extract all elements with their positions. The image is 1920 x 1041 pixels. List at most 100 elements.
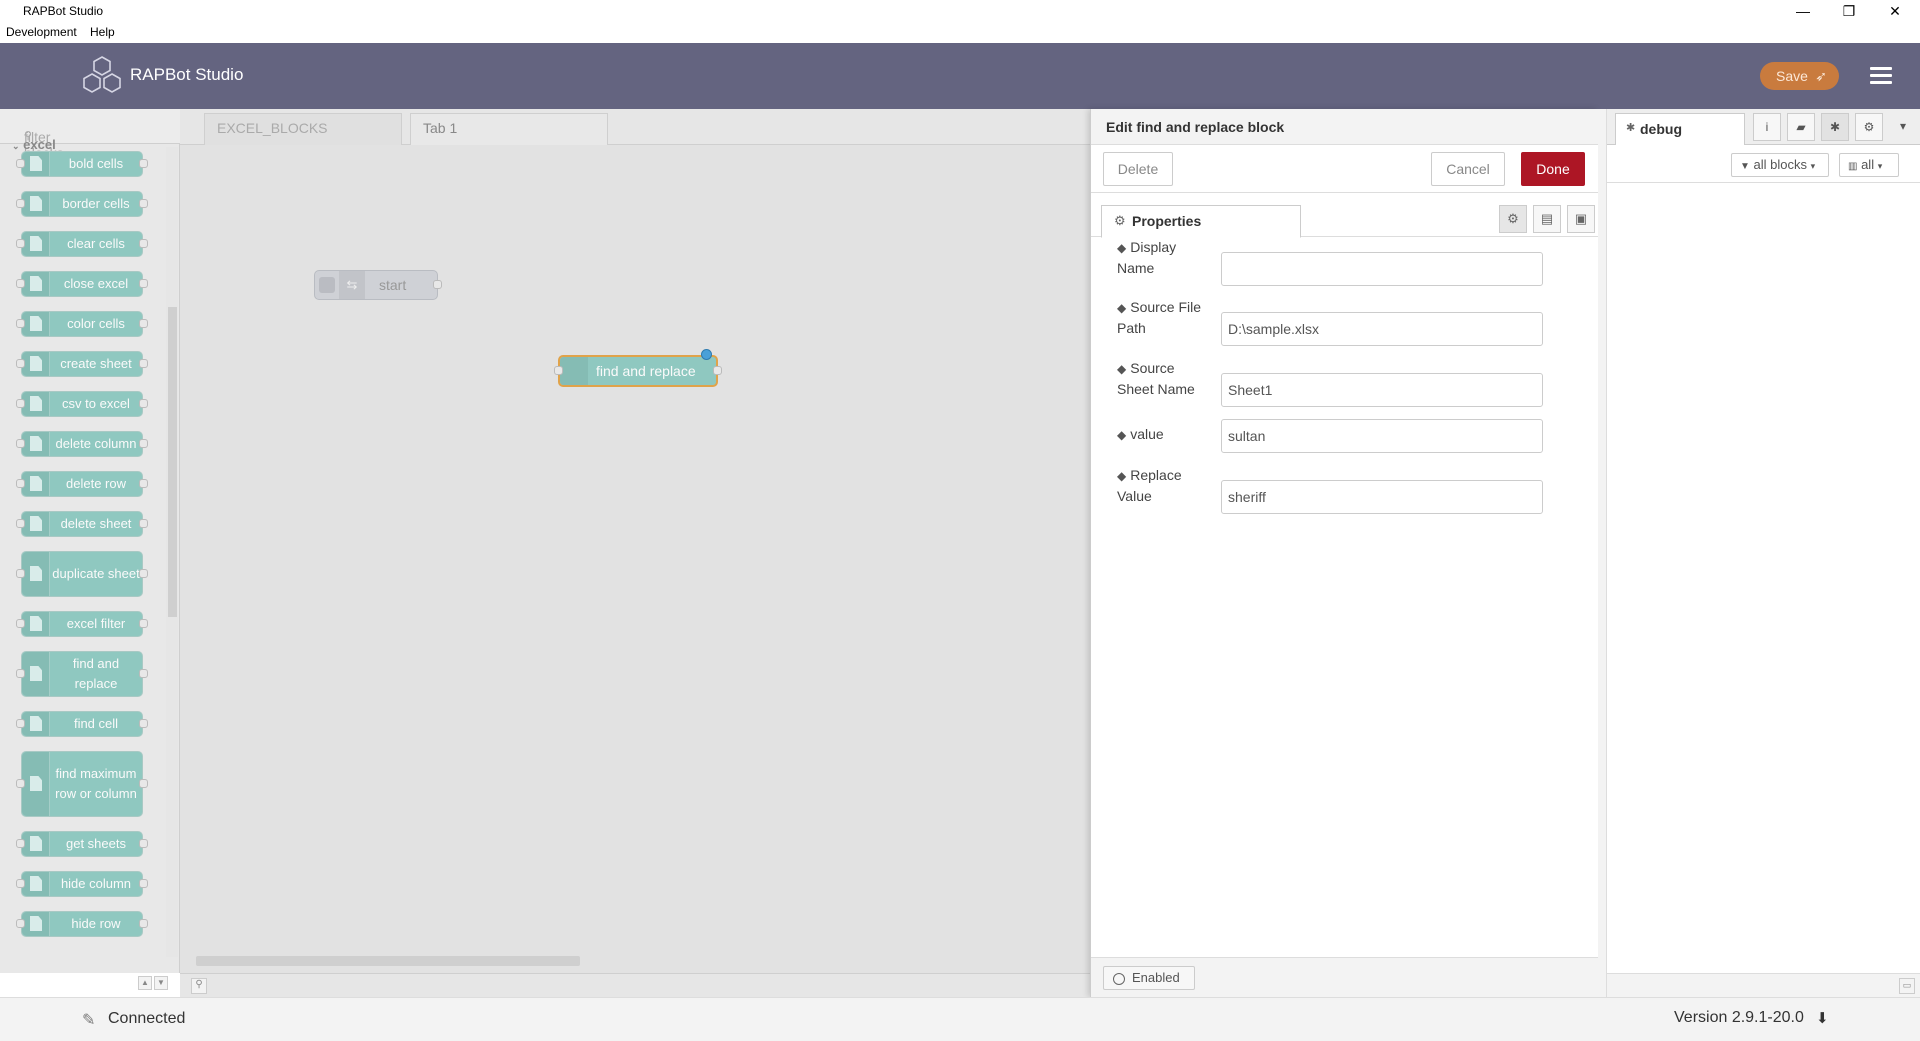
- file-icon: [22, 392, 50, 416]
- flow-workspace[interactable]: ⇆ start find and replace: [180, 145, 1090, 973]
- palette-block[interactable]: border cells: [16, 191, 148, 217]
- collapse-up-icon[interactable]: ▲: [138, 976, 152, 990]
- clear-all-dropdown[interactable]: ▥ all ▾: [1839, 153, 1899, 177]
- edit-tray-tabs: ⚙ Properties ⚙ ▤ ▣: [1091, 193, 1599, 238]
- value-label: ◆ value: [1117, 424, 1213, 445]
- download-icon[interactable]: ⬇: [1816, 1009, 1829, 1027]
- trash-icon: ▥: [1848, 161, 1858, 172]
- book-icon[interactable]: ▰: [1787, 113, 1815, 141]
- source-sheet-name-field[interactable]: Sheet1: [1221, 373, 1543, 407]
- window-titlebar: RAPBot Studio — ❐ ✕: [0, 0, 1920, 22]
- source-file-path-field[interactable]: D:\sample.xlsx: [1221, 312, 1543, 346]
- workspace-footer: ⚲: [180, 973, 1090, 997]
- gear-icon[interactable]: ⚙: [1855, 113, 1883, 141]
- restore-button[interactable]: ❐: [1826, 0, 1872, 22]
- delete-button[interactable]: Delete: [1103, 152, 1173, 186]
- monitor-icon[interactable]: ▭: [1899, 978, 1915, 994]
- output-port[interactable]: [433, 280, 442, 289]
- palette-category[interactable]: ⌄ excel: [12, 137, 56, 152]
- file-icon: [22, 872, 50, 896]
- source-file-path-label-text: Source File Path: [1117, 299, 1202, 336]
- bug-icon: ✱: [1626, 122, 1636, 134]
- palette-block[interactable]: excel filter: [16, 611, 148, 637]
- info-icon[interactable]: i: [1753, 113, 1781, 141]
- input-port[interactable]: [554, 366, 563, 375]
- output-port: [139, 719, 148, 728]
- palette-block[interactable]: csv to excel: [16, 391, 148, 417]
- collapse-down-icon[interactable]: ▼: [154, 976, 168, 990]
- palette-block[interactable]: bold cells: [16, 151, 148, 177]
- input-port: [16, 719, 25, 728]
- chevron-down-icon[interactable]: ▾: [1889, 113, 1917, 141]
- palette-block[interactable]: find maximum row or column: [16, 751, 148, 817]
- palette-block[interactable]: delete row: [16, 471, 148, 497]
- gear-icon[interactable]: ⚙: [1499, 205, 1527, 233]
- filter-all-blocks-dropdown[interactable]: ▼ all blocks ▾: [1731, 153, 1829, 177]
- input-port: [16, 919, 25, 928]
- enabled-toggle[interactable]: Enabled: [1103, 966, 1195, 990]
- menu-development[interactable]: Development: [6, 25, 77, 39]
- palette-block[interactable]: close excel: [16, 271, 148, 297]
- palette-block[interactable]: hide column: [16, 871, 148, 897]
- bug-icon[interactable]: ✱: [1821, 113, 1849, 141]
- palette-block[interactable]: delete sheet: [16, 511, 148, 537]
- input-port: [16, 359, 25, 368]
- minimize-button[interactable]: —: [1780, 0, 1826, 22]
- cancel-button[interactable]: Cancel: [1431, 152, 1505, 186]
- edit-tray-footer: Enabled: [1091, 957, 1599, 997]
- file-icon: [560, 357, 588, 385]
- palette-block-label: hide column: [60, 876, 132, 891]
- palette-block[interactable]: find cell: [16, 711, 148, 737]
- tag-icon: ◆: [1117, 428, 1127, 442]
- description-icon[interactable]: ▤: [1533, 205, 1561, 233]
- replace-value-field[interactable]: sheriff: [1221, 480, 1543, 514]
- brand-name: RAPBot Studio: [130, 65, 244, 84]
- edit-tray-toolbar: Delete Cancel Done: [1091, 145, 1599, 193]
- close-window-button[interactable]: ✕: [1872, 0, 1918, 22]
- version-label: Version 2.9.1-20.0: [1674, 1009, 1804, 1026]
- search-icon[interactable]: ⚲: [191, 978, 207, 994]
- palette-block[interactable]: clear cells: [16, 231, 148, 257]
- palette-block-label: delete row: [66, 476, 126, 491]
- clear-all-label: all: [1861, 157, 1875, 172]
- value-label-text: value: [1130, 426, 1164, 442]
- appearance-icon[interactable]: ▣: [1567, 205, 1595, 233]
- palette-block[interactable]: delete column: [16, 431, 148, 457]
- input-port: [16, 839, 25, 848]
- save-button[interactable]: Save ➶: [1760, 62, 1839, 90]
- palette-scrollbar[interactable]: [166, 147, 178, 957]
- palette-block[interactable]: duplicate sheet: [16, 551, 148, 597]
- find-and-replace-node[interactable]: find and replace: [554, 349, 722, 387]
- input-port: [16, 439, 25, 448]
- value-field[interactable]: sultan: [1221, 419, 1543, 453]
- input-port: [16, 279, 25, 288]
- palette-block[interactable]: hide row: [16, 911, 148, 937]
- palette-block[interactable]: color cells: [16, 311, 148, 337]
- tab-debug[interactable]: ✱ debug: [1615, 113, 1745, 145]
- palette-block[interactable]: create sheet: [16, 351, 148, 377]
- sidebar-splitter[interactable]: [1598, 109, 1606, 997]
- workspace-tabs: EXCEL_BLOCKS Tab 1: [180, 109, 1090, 145]
- window-title: RAPBot Studio: [23, 4, 104, 18]
- tab-properties[interactable]: ⚙ Properties: [1101, 205, 1301, 238]
- palette-block-label: find cell: [73, 716, 119, 731]
- done-button[interactable]: Done: [1521, 152, 1585, 186]
- file-icon: [22, 352, 50, 376]
- menu-help[interactable]: Help: [90, 25, 115, 39]
- display-name-field[interactable]: [1221, 252, 1543, 286]
- palette-block-label: find and replace: [72, 656, 120, 691]
- category-label: excel: [23, 137, 56, 152]
- workspace-hscrollbar[interactable]: [196, 956, 580, 966]
- hamburger-menu-icon[interactable]: [1870, 67, 1892, 85]
- display-name-label: ◆ Display Name: [1117, 237, 1213, 278]
- tab-tab1[interactable]: Tab 1: [410, 113, 608, 145]
- tab-excel-blocks[interactable]: EXCEL_BLOCKS: [204, 113, 402, 145]
- app-header: RAPBot Studio Save ➶: [0, 43, 1920, 109]
- output-port[interactable]: [713, 366, 722, 375]
- input-port: [16, 399, 25, 408]
- palette-block[interactable]: find and replace: [16, 651, 148, 697]
- output-port: [139, 319, 148, 328]
- palette-block-label: create sheet: [60, 356, 132, 371]
- start-node[interactable]: ⇆ start: [314, 270, 442, 300]
- palette-block[interactable]: get sheets: [16, 831, 148, 857]
